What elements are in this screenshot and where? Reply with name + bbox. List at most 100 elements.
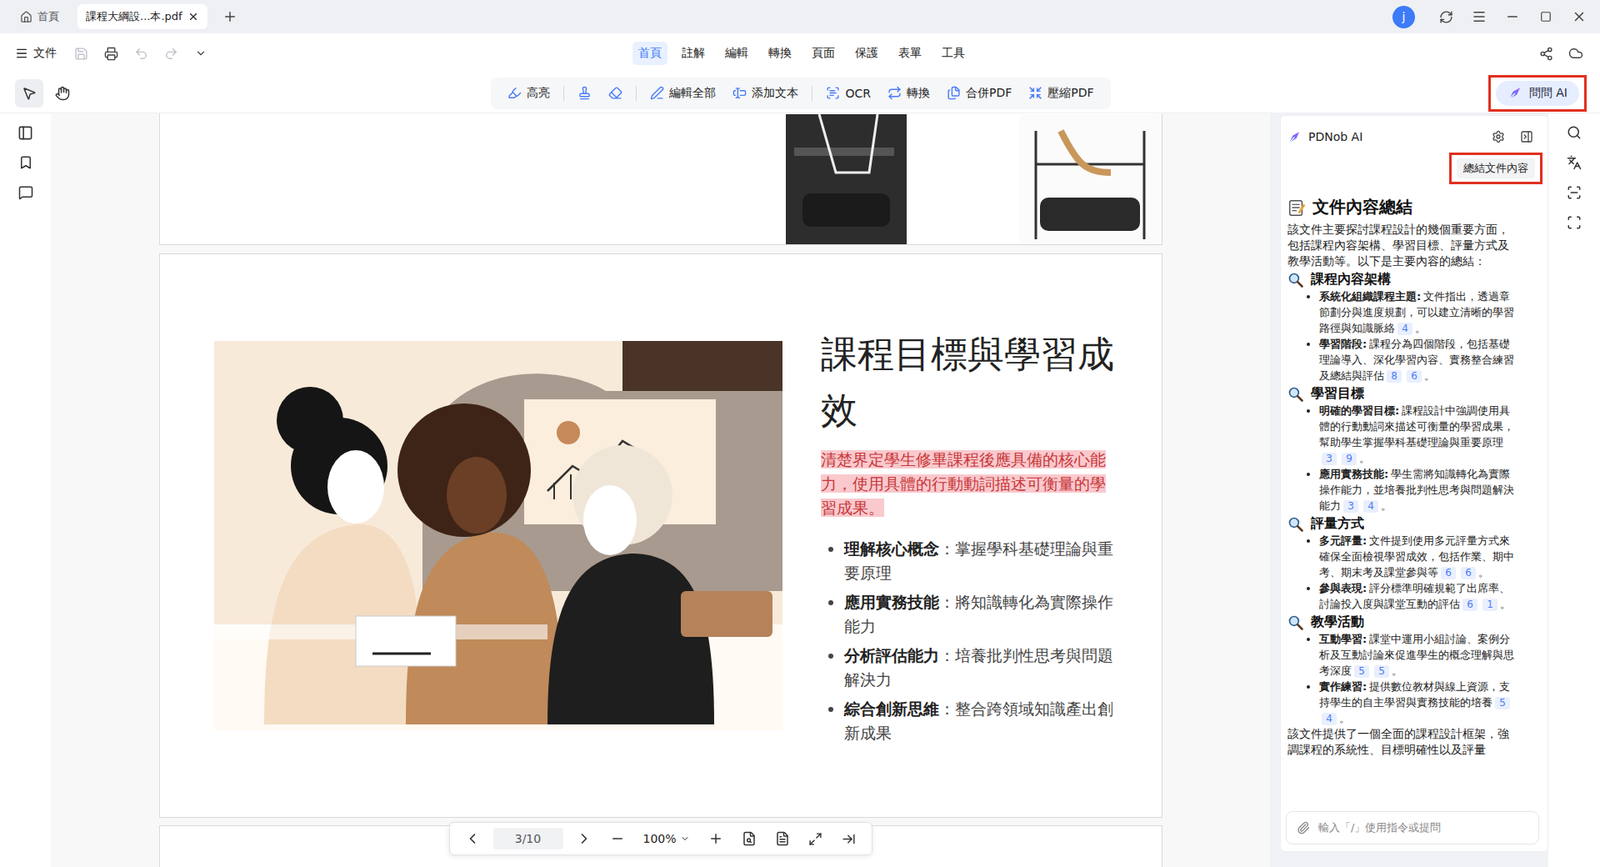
menu-right [970,40,1589,66]
item-label: 多元評量: [1319,534,1367,547]
go-to-last-button[interactable] [836,825,862,851]
addtext-button[interactable]: 添加文本 [725,82,805,105]
edit-button[interactable]: 編輯全部 [643,82,723,105]
sync-button[interactable] [1433,4,1459,30]
ai-settings-button[interactable] [1485,124,1511,150]
new-tab-button[interactable] [217,4,243,30]
capture-button[interactable] [1561,210,1587,235]
compress-button[interactable]: 壓縮PDF [1021,82,1100,105]
fullscreen-button[interactable] [803,825,829,851]
zoom-select[interactable]: 100% [637,831,695,845]
cloud-button[interactable] [1563,40,1589,66]
print-button[interactable] [100,42,122,65]
minimize-button[interactable] [1500,4,1525,30]
menu-item[interactable]: 編輯 [719,41,755,65]
section-list: 明確的學習目標:課程設計中強調使用具體的行動動詞來描述可衡量的學習成果，幫助學生… [1287,402,1515,514]
more-button[interactable] [190,42,212,65]
citation-badge[interactable]: 5 [1374,665,1390,678]
document-viewer[interactable]: 課程目標與學習成效清楚界定學生修畢課程後應具備的核心能力，使用具體的行動動詞描述… [50,113,1270,867]
citation-badge[interactable]: 6 [1440,566,1456,580]
citation-badge[interactable]: 4 [1397,322,1413,335]
summary-item: 參與表現:評分標準明確規範了出席率、討論投入度與課堂互動的評估61。 [1319,580,1515,612]
menu-item[interactable]: 首頁 [632,41,668,65]
citation-badge[interactable]: 9 [1341,452,1357,465]
go-to-end-icon [841,831,856,846]
bookmarks-button[interactable] [13,150,39,175]
fit-page-icon [741,830,757,846]
share-button[interactable] [1533,40,1559,66]
citation-badge[interactable]: 4 [1321,712,1337,725]
zoom-in-button[interactable] [703,825,729,851]
eraser-button[interactable] [601,82,630,104]
page-text: 課程目標與學習成效清楚界定學生修畢課程後應具備的核心能力，使用具體的行動動詞描述… [820,325,1118,745]
search-button[interactable] [1561,120,1587,145]
citation-badge[interactable]: 5 [1495,696,1510,710]
stamp-button[interactable] [570,82,599,104]
citation-badge[interactable]: 6 [1406,370,1422,383]
citation-badge[interactable]: 3 [1343,500,1359,513]
section-title: 評量方式 [1287,515,1515,533]
ai-title-text: PDNob AI [1308,130,1363,144]
comments-button[interactable] [13,180,39,205]
ai-panel: PDNob AI總結文件內容文件內容總結該文件主要探討課程設計的幾個重要方面，包… [1280,115,1549,852]
citation-badge[interactable]: 6 [1460,566,1476,580]
scan-button[interactable] [1561,180,1587,205]
save-button[interactable] [70,42,92,65]
next-page-button[interactable] [570,825,596,851]
translate-button[interactable] [1561,150,1587,175]
bullet-label: 理解核心概念 [844,539,940,558]
menu-item[interactable]: 表單 [892,41,928,65]
hand-tool[interactable] [48,79,77,108]
page-view-button[interactable] [770,825,795,851]
citation-badge[interactable]: 8 [1386,370,1402,383]
ai-header-actions [1485,124,1540,150]
menu-item[interactable]: 註解 [675,41,711,65]
summarize-button[interactable]: 總結文件內容 [1456,158,1535,179]
page-number-field[interactable]: 3/10 [492,827,563,850]
bullet-label: 應用實務技能 [844,592,940,611]
zoom-out-button[interactable] [604,825,630,851]
previous-page-button[interactable] [459,825,485,851]
close-button[interactable] [1566,4,1592,30]
user-avatar[interactable]: j [1392,5,1415,29]
ask-ai-button[interactable]: 問問 AI [1495,80,1580,106]
fit-page-button[interactable] [736,825,762,851]
highlighted-paragraph[interactable]: 清楚界定學生修畢課程後應具備的核心能力，使用具體的行動動詞描述可衡量的學習成果。 [820,447,1118,520]
citation-badge[interactable]: 3 [1321,452,1337,465]
undo-button[interactable] [130,42,152,65]
close-tab-icon[interactable] [187,10,200,23]
toolbar-separator [635,85,637,101]
citation-badge[interactable]: 1 [1482,598,1498,611]
item-label: 系統化組織課程主題: [1319,290,1421,303]
merge-button[interactable]: 合併PDF [940,82,1019,105]
menu-item[interactable]: 頁面 [805,41,841,65]
action-bar: 高亮 編輯全部添加文本 OCR轉換合併PDF壓縮PDF [490,77,1110,110]
citation-badge[interactable]: 4 [1363,500,1379,513]
ai-input[interactable]: 輸入「/」使用指令或提問 [1285,810,1540,845]
tab-label: 課程大綱設...本.pdf [85,9,183,25]
thumbnails-button[interactable] [13,120,39,145]
search-icon [1566,125,1582,140]
citation-badge[interactable]: 6 [1462,598,1478,611]
main-menu: 首頁註解編輯轉換頁面保護表單工具 [632,41,971,65]
eraser-icon [608,85,623,100]
maximize-button[interactable] [1533,4,1559,30]
maximize-icon [1540,10,1552,23]
document-tab[interactable]: 課程大綱設...本.pdf [77,4,208,30]
citation-badge[interactable]: 5 [1354,665,1370,678]
summary-item: 系統化組織課程主題:文件指出，透過章節劃分與進度規劃，可以建立清晰的學習路徑與知… [1319,288,1515,336]
summary-heading: 文件內容總結 [1287,195,1515,219]
ocr-button[interactable]: OCR [819,82,878,104]
app-menu-button[interactable] [1466,4,1492,30]
highlight-button[interactable]: 高亮 [500,82,557,105]
select-tool[interactable] [15,79,44,108]
file-menu[interactable]: 文件 [15,45,57,61]
home-tab[interactable]: 首頁 [11,4,68,30]
redo-button[interactable] [160,42,182,65]
menu-item[interactable]: 轉換 [762,41,798,65]
menu-item[interactable]: 工具 [935,41,971,65]
menu-item[interactable]: 保護 [849,41,885,65]
convert-button[interactable]: 轉換 [880,82,937,105]
collapse-panel-button[interactable] [1514,124,1540,150]
plus-icon [222,9,238,25]
